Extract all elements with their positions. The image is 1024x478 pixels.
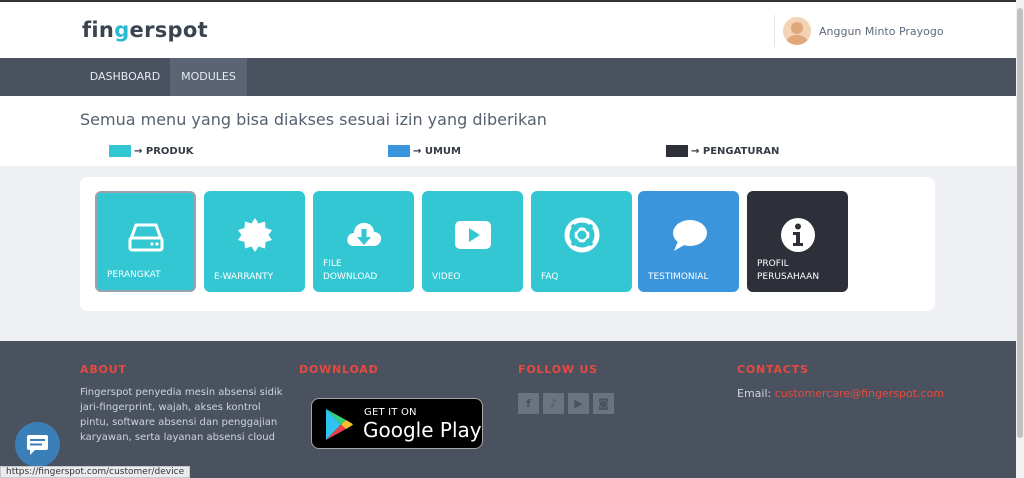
chat-bubble-icon [27, 435, 48, 455]
legend-swatch-produk [109, 145, 131, 157]
scrollbar-thumb[interactable] [1017, 8, 1023, 438]
gplay-big-text: Google Play [363, 418, 482, 442]
video-play-icon [454, 221, 491, 249]
legend-label-pengaturan: → PENGATURAN [691, 145, 780, 157]
download-heading: DOWNLOAD [299, 363, 379, 376]
avatar [783, 17, 811, 45]
facebook-icon[interactable]: f [518, 393, 539, 414]
follow-heading: FOLLOW US [518, 363, 598, 376]
user-name: Anggun Minto Prayogo [819, 24, 944, 38]
module-profil-perusahaan[interactable]: PROFIL PERUSAHAAN [747, 191, 848, 292]
module-label: TESTIMONIAL [648, 272, 709, 282]
google-play-button[interactable]: GET IT ON Google Play [311, 398, 483, 449]
module-label: FILE DOWNLOAD [323, 259, 378, 282]
info-circle-icon [780, 218, 815, 252]
contact-email: Email: customercare@fingerspot.com [737, 387, 944, 400]
about-text: Fingerspot penyedia mesin absensi sidik … [80, 387, 283, 443]
top-header: fingerspot Anggun Minto Prayogo [0, 0, 1016, 58]
module-label: FAQ [541, 272, 559, 282]
about-heading: ABOUT [80, 363, 127, 376]
modules-panel: PERANGKAT E-WARRANTY FILE DOWNLOAD VIDEO… [80, 177, 935, 311]
module-label: PROFIL PERUSAHAAN [757, 259, 820, 282]
module-video[interactable]: VIDEO [422, 191, 523, 292]
module-e-warranty[interactable]: E-WARRANTY [204, 191, 305, 292]
module-label: E-WARRANTY [214, 272, 274, 282]
google-play-icon [326, 409, 353, 440]
badge-seal-icon [237, 218, 272, 252]
fingerspot-logo[interactable]: fingerspot [82, 18, 208, 42]
status-url: https://fingerspot.com/customer/device [0, 466, 191, 478]
chat-button[interactable] [15, 422, 60, 467]
module-perangkat[interactable]: PERANGKAT [95, 191, 196, 292]
logo-text-suffix: erspot [129, 18, 208, 42]
hard-drive-icon [128, 223, 163, 252]
nav-dashboard[interactable]: DASHBOARD [80, 58, 170, 96]
speech-bubble-icon [672, 220, 707, 251]
legend-label-produk: → PRODUK [134, 145, 194, 157]
instagram-icon[interactable]: ◙ [593, 393, 614, 414]
tiktok-icon[interactable]: ♪ [543, 393, 564, 414]
legend-produk: → PRODUK [109, 145, 194, 157]
logo-text-accent: g [114, 18, 130, 42]
main-nav: DASHBOARD MODULES [0, 58, 1016, 96]
module-testimonial[interactable]: TESTIMONIAL [638, 191, 739, 292]
module-label: VIDEO [432, 272, 461, 282]
cloud-download-icon [346, 222, 381, 246]
footer: ABOUT Fingerspot penyedia mesin absensi … [0, 341, 1016, 478]
legend-label-umum: → UMUM [413, 145, 462, 157]
email-link[interactable]: customercare@fingerspot.com [775, 387, 944, 400]
module-faq[interactable]: FAQ [531, 191, 632, 292]
module-label: PERANGKAT [107, 270, 161, 280]
user-menu[interactable]: Anggun Minto Prayogo [774, 15, 944, 47]
logo-text-prefix: fin [82, 18, 115, 42]
nav-modules[interactable]: MODULES [170, 58, 247, 96]
legend-pengaturan: → PENGATURAN [666, 145, 779, 157]
page-scrollbar[interactable] [1016, 0, 1024, 478]
page-title: Semua menu yang bisa diakses sesuai izin… [80, 110, 547, 129]
module-file-download[interactable]: FILE DOWNLOAD [313, 191, 414, 292]
legend-swatch-pengaturan [666, 145, 688, 157]
legend-swatch-umum [388, 145, 410, 157]
intro-section: Semua menu yang bisa diakses sesuai izin… [0, 96, 1016, 166]
contacts-heading: CONTACTS [737, 363, 809, 376]
social-links: f ♪ ▶ ◙ [518, 393, 614, 414]
email-label: Email: [737, 387, 775, 400]
gplay-small-text: GET IT ON [364, 407, 417, 418]
life-ring-icon [564, 217, 599, 253]
youtube-icon[interactable]: ▶ [568, 393, 589, 414]
legend-umum: → UMUM [388, 145, 461, 157]
